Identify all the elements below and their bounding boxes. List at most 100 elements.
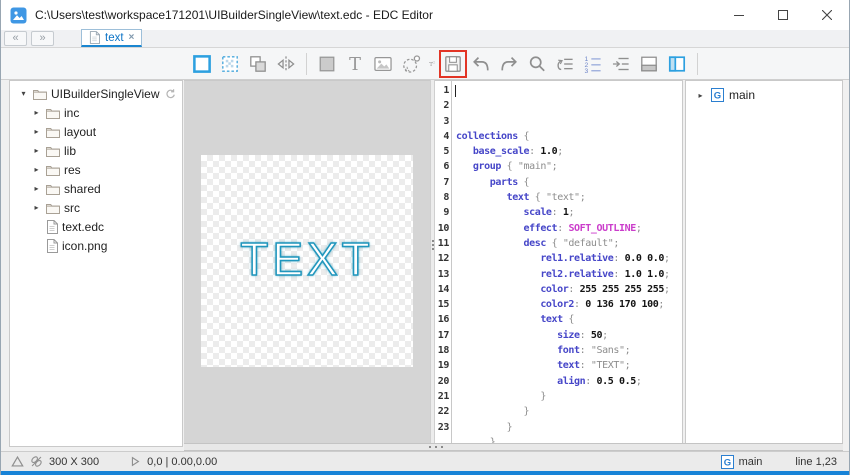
undo-button[interactable] <box>470 53 492 75</box>
tab-close-icon[interactable]: × <box>129 32 135 43</box>
part-textblock-tool[interactable]: T <box>428 53 436 75</box>
svg-text:G: G <box>714 91 721 102</box>
line-number: 7 <box>435 175 449 190</box>
code-line: rel2.relative: 1.0 1.0; <box>456 267 682 282</box>
part-image-tool[interactable] <box>372 53 394 75</box>
cursor-position-label: 0,0 | 0.00,0.00 <box>147 456 217 468</box>
tree-item-label: lib <box>64 144 76 158</box>
tree-item-label: res <box>64 163 81 177</box>
line-number: 21 <box>435 389 449 404</box>
link-off-icon[interactable] <box>30 455 43 468</box>
minimize-button[interactable] <box>717 0 761 30</box>
redo-button[interactable] <box>498 53 520 75</box>
code-line: } <box>456 420 682 435</box>
code-line: text: "TEXT"; <box>456 358 682 373</box>
line-number: 16 <box>435 312 449 327</box>
goto-line-button[interactable] <box>554 53 576 75</box>
expander-icon[interactable]: ▸ <box>695 91 706 100</box>
text-part-preview[interactable]: TEXT <box>240 232 374 286</box>
main-area: ▾UIBuilderSingleView▸inc▸layout▸lib▸res▸… <box>1 80 849 451</box>
text-cursor <box>455 85 456 97</box>
group-icon: G <box>721 455 734 469</box>
tree-item-shared[interactable]: ▸shared <box>10 179 182 198</box>
duplicate-tool[interactable] <box>247 53 269 75</box>
tree-item-uibuildersingleview[interactable]: ▾ UIBuilderSingleView <box>10 84 182 103</box>
code-line: parts { <box>456 175 682 190</box>
tree-item-label: inc <box>64 106 79 120</box>
auto-indent-button[interactable] <box>610 53 632 75</box>
expander-icon[interactable]: ▸ <box>31 108 42 117</box>
tree-item-lib[interactable]: ▸ lib <box>10 141 182 160</box>
horizontal-splitter[interactable] <box>184 443 843 451</box>
tree-item-label: text.edc <box>62 220 104 234</box>
nav-back-button[interactable]: « <box>4 31 27 46</box>
line-number: 23 <box>435 420 449 435</box>
tree-item-layout[interactable]: ▸layout <box>10 122 182 141</box>
line-number: 10 <box>435 221 449 236</box>
line-info-label: line 1,23 <box>795 456 837 468</box>
code-line: size: 50; <box>456 328 682 343</box>
tree-item-text-edc[interactable]: text.edc <box>10 217 182 236</box>
code-line: align: 0.5 0.5; <box>456 374 682 389</box>
tree-item-icon-png[interactable]: icon.png <box>10 236 182 255</box>
canvas-size-label: 300 X 300 <box>49 456 99 468</box>
part-text-tool[interactable]: T <box>344 53 366 75</box>
document-icon <box>89 31 100 44</box>
edje-canvas[interactable]: TEXT <box>201 155 413 367</box>
line-number: 22 <box>435 404 449 419</box>
tab-label: text <box>105 32 124 44</box>
splitter-grip-icon <box>432 238 434 252</box>
select-tool[interactable] <box>219 53 241 75</box>
code-line: } <box>456 435 682 443</box>
tree-item-label: UIBuilderSingleView <box>51 87 160 101</box>
pointer-icon <box>129 455 141 468</box>
tree-item-res[interactable]: ▸ res <box>10 160 182 179</box>
tab-text[interactable]: text × <box>81 29 142 47</box>
code-line: font: "Sans"; <box>456 343 682 358</box>
expander-icon[interactable]: ▸ <box>31 184 42 193</box>
maximize-button[interactable] <box>761 0 805 30</box>
console-toggle-button[interactable] <box>638 53 660 75</box>
expander-icon[interactable]: ▸ <box>31 127 42 136</box>
code-line: text { "text"; <box>456 190 682 205</box>
toolbar-separator <box>697 53 698 75</box>
title-bar: C:\Users\test\workspace171201\UIBuilderS… <box>1 0 849 30</box>
line-number: 13 <box>435 267 449 282</box>
expander-icon[interactable]: ▸ <box>31 165 42 174</box>
svg-text:T: T <box>429 62 433 68</box>
folder-icon <box>46 107 60 119</box>
tree-item-src[interactable]: ▸ src <box>10 198 182 217</box>
code-editor[interactable]: collections { base_scale: 1.0; group { "… <box>452 81 682 443</box>
expander-icon[interactable]: ▸ <box>31 203 42 212</box>
warning-icon <box>11 455 24 468</box>
app-icon <box>10 7 27 24</box>
line-number: 20 <box>435 374 449 389</box>
close-button[interactable] <box>805 0 849 30</box>
splitter-grip-icon <box>427 446 445 448</box>
file-browser-toggle-button[interactable] <box>666 53 688 75</box>
group-tree-item-main[interactable]: ▸ Gmain <box>686 86 842 104</box>
line-number: 18 <box>435 343 449 358</box>
status-bar: 300 X 300 0,0 | 0.00,0.00 G main line 1,… <box>1 451 849 471</box>
tree-item-inc[interactable]: ▸ inc <box>10 103 182 122</box>
expander-icon[interactable]: ▸ <box>31 146 42 155</box>
save-button[interactable] <box>442 53 464 75</box>
refresh-icon[interactable] <box>164 88 176 100</box>
code-line: rel1.relative: 0.0 0.0; <box>456 251 682 266</box>
code-line: color2: 0 136 170 100; <box>456 297 682 312</box>
part-rect-tool[interactable] <box>316 53 338 75</box>
folder-icon <box>46 145 60 157</box>
find-button[interactable] <box>526 53 548 75</box>
part-swallow-tool[interactable] <box>400 53 422 75</box>
canvas-panel: TEXT <box>184 80 430 443</box>
tree-item-label: src <box>64 201 80 215</box>
nav-forward-button[interactable]: » <box>31 31 54 46</box>
line-numbers-button[interactable]: 123 <box>582 53 604 75</box>
line-number: 8 <box>435 190 449 205</box>
rect-view-tool[interactable] <box>191 53 213 75</box>
code-line: text { <box>456 312 682 327</box>
group-label: main <box>729 88 755 102</box>
status-group-label: main <box>739 456 763 468</box>
mirror-tool[interactable] <box>275 53 297 75</box>
expander-icon[interactable]: ▾ <box>18 89 29 98</box>
